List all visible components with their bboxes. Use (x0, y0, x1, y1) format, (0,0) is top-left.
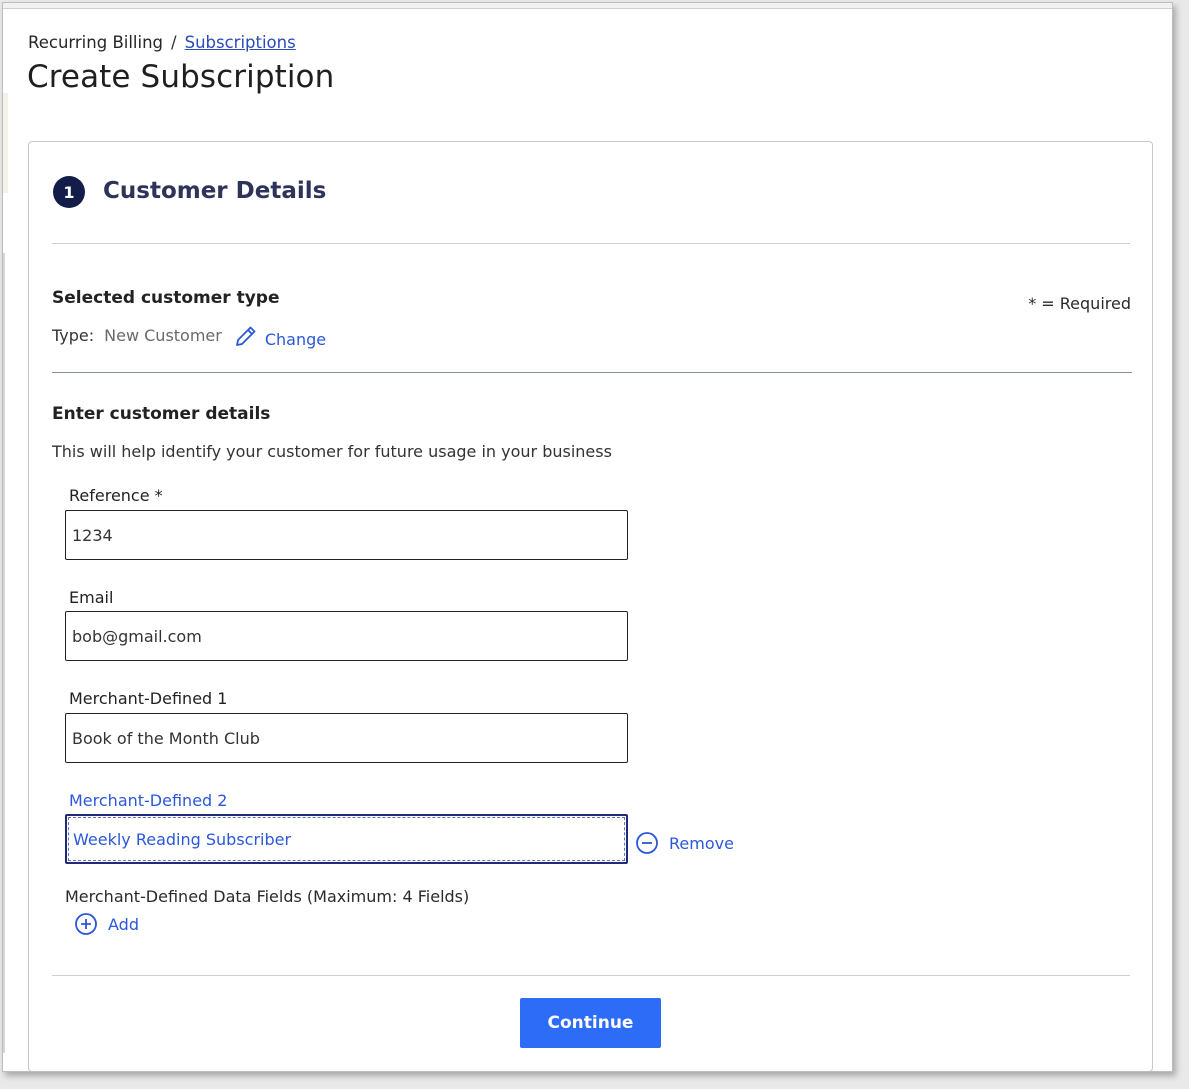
window-top-edge (3, 3, 1172, 9)
merchant-defined-2-label: Merchant-Defined 2 (69, 791, 228, 810)
breadcrumb: Recurring Billing / Subscriptions (28, 33, 296, 52)
divider (52, 243, 1130, 244)
customer-details-card: 1 Customer Details Selected customer typ… (28, 141, 1153, 1071)
breadcrumb-root: Recurring Billing (28, 33, 164, 52)
type-value: New Customer (104, 325, 222, 345)
pencil-icon (235, 326, 256, 346)
divider (52, 372, 1132, 373)
step-number-badge: 1 (53, 176, 85, 208)
divider (52, 975, 1130, 976)
left-edge-strip (3, 93, 8, 193)
continue-button[interactable]: Continue (520, 998, 661, 1048)
left-edge-line (3, 253, 5, 1053)
change-label: Change (264, 329, 327, 349)
email-input[interactable] (65, 611, 628, 661)
remove-field-button[interactable]: Remove (635, 831, 734, 855)
merchant-defined-1-input[interactable] (65, 713, 628, 763)
minus-circle-icon (636, 832, 658, 854)
page-title: Create Subscription (27, 59, 335, 95)
email-label: Email (69, 588, 114, 607)
reference-input[interactable] (65, 510, 628, 560)
type-label: Type: (52, 325, 95, 345)
customer-type-heading: Selected customer type (52, 288, 280, 308)
merchant-defined-1-label: Merchant-Defined 1 (69, 689, 228, 708)
step-title: Customer Details (103, 178, 327, 204)
plus-circle-icon (75, 913, 97, 935)
customer-type-line: Type: New Customer Change (52, 323, 326, 349)
reference-label: Reference * (69, 486, 163, 505)
details-heading: Enter customer details (52, 404, 271, 424)
merchant-defined-2-input[interactable] (65, 814, 628, 864)
breadcrumb-separator: / (171, 33, 177, 52)
change-button[interactable]: Change (234, 326, 327, 351)
remove-label: Remove (669, 833, 734, 853)
app-window: Recurring Billing / Subscriptions Create S… (2, 2, 1173, 1072)
merchant-defined-note: Merchant-Defined Data Fields (Maximum: 4… (65, 887, 470, 906)
details-helper-text: This will help identify your customer fo… (52, 442, 612, 461)
required-note: * = Required (1028, 294, 1131, 313)
breadcrumb-link-subscriptions[interactable]: Subscriptions (185, 33, 296, 52)
add-label: Add (108, 914, 139, 934)
add-field-button[interactable]: Add (74, 912, 139, 936)
